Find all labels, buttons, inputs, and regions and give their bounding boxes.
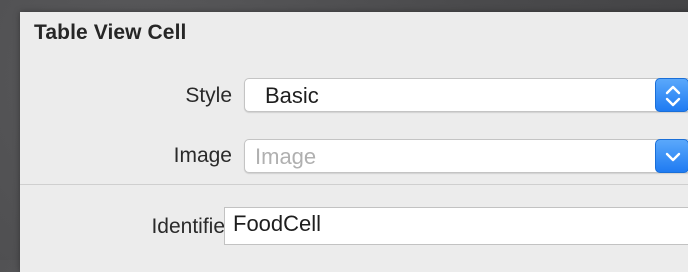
up-down-chevron-icon[interactable]: [655, 78, 688, 112]
style-value: Basic: [265, 83, 319, 108]
image-label: Image: [173, 144, 232, 167]
identifier-input[interactable]: [233, 211, 653, 237]
chevron-down-icon[interactable]: [655, 139, 688, 173]
style-popup-button[interactable]: Basic: [244, 78, 688, 112]
style-label: Style: [185, 84, 232, 107]
image-combo-box[interactable]: Image: [244, 139, 688, 173]
section-divider: [20, 184, 688, 185]
section-title: Table View Cell: [34, 21, 187, 44]
identifier-label: Identifier: [151, 215, 232, 238]
identifier-field[interactable]: [224, 207, 688, 245]
image-placeholder: Image: [255, 144, 317, 169]
